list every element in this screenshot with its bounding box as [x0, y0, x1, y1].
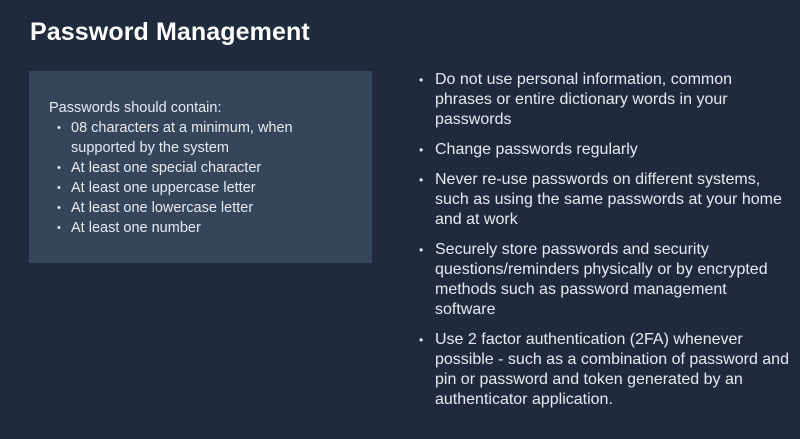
requirement-item: At least one uppercase letter [49, 178, 360, 198]
requirement-item: At least one special character [49, 158, 360, 178]
password-requirements-box: Passwords should contain: 08 characters … [29, 71, 372, 263]
requirement-item: At least one number [49, 218, 360, 238]
tip-item: Never re-use passwords on different syst… [419, 170, 789, 230]
tip-item: Change passwords regularly [419, 140, 789, 160]
page-title: Password Management [30, 18, 310, 46]
tip-item: Do not use personal information, common … [419, 70, 789, 130]
requirement-item: 08 characters at a minimum, when support… [49, 118, 360, 158]
requirements-heading: Passwords should contain: [49, 100, 222, 116]
requirement-item: At least one lowercase letter [49, 198, 360, 218]
tip-item: Securely store passwords and security qu… [419, 240, 789, 320]
requirements-list: 08 characters at a minimum, when support… [49, 118, 360, 238]
password-tips-list: Do not use personal information, common … [419, 70, 789, 420]
tip-item: Use 2 factor authentication (2FA) whenev… [419, 330, 789, 410]
